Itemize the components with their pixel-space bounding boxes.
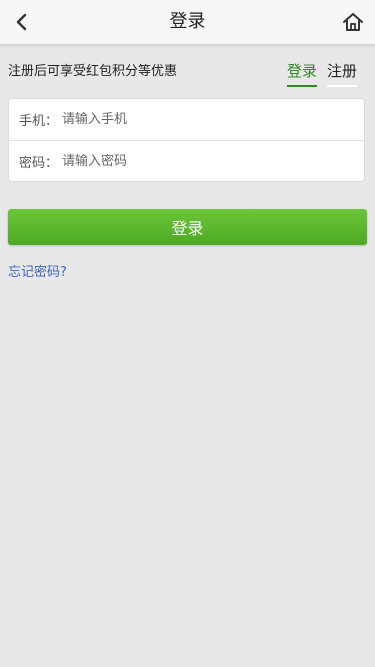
promo-text: 注册后可享受红包积分等优惠 xyxy=(8,64,178,79)
home-button[interactable] xyxy=(337,6,369,38)
phone-row: 手机： xyxy=(9,99,364,140)
phone-label: 手机： xyxy=(19,114,59,129)
home-icon xyxy=(343,13,363,31)
phone-input[interactable] xyxy=(58,112,364,127)
tab-register[interactable]: 注册 xyxy=(326,60,357,87)
password-row: 密码： xyxy=(9,140,364,182)
login-button[interactable]: 登录 xyxy=(8,209,367,245)
forgot-password-link[interactable]: 忘记密码? xyxy=(8,261,67,280)
auth-tabs: 登录 注册 xyxy=(286,60,357,87)
top-bar: 登录 xyxy=(0,0,375,45)
login-form: 手机： 密码： xyxy=(8,98,365,182)
page-title: 登录 xyxy=(169,11,206,32)
tab-login[interactable]: 登录 xyxy=(286,60,317,87)
password-input[interactable] xyxy=(58,154,364,169)
password-label: 密码： xyxy=(19,156,59,171)
